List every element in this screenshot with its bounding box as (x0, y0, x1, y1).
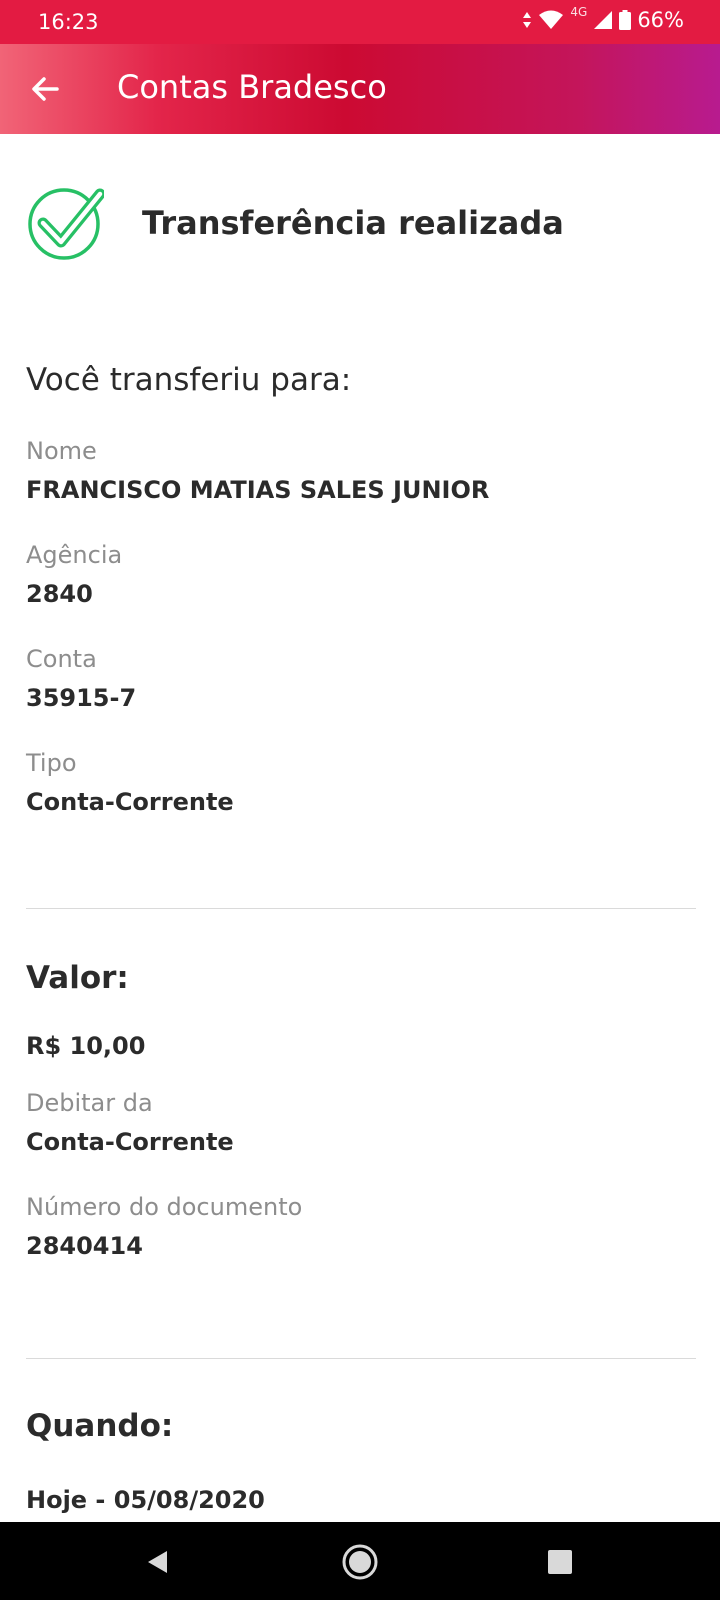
recipient-heading: Você transferiu para: (26, 362, 352, 398)
network-type: 4G (570, 5, 588, 19)
back-button[interactable] (26, 65, 66, 113)
when-value: Hoje - 05/08/2020 (26, 1486, 265, 1514)
field-label: Conta (26, 645, 97, 673)
battery-level: 66% (637, 8, 684, 32)
when-heading: Quando: (26, 1408, 174, 1444)
field-value: 2840 (26, 580, 93, 608)
wifi-icon (539, 10, 564, 29)
nav-back-button[interactable] (138, 1542, 178, 1582)
status-bar: 16:23 4G 66% (0, 0, 720, 44)
page-title: Contas Bradesco (117, 68, 387, 106)
field-label: Nome (26, 437, 97, 465)
app-bar: Contas Bradesco (0, 44, 720, 134)
amount-value: R$ 10,00 (26, 1032, 146, 1060)
field-tipo: Tipo Conta-Corrente (26, 748, 696, 818)
divider (26, 908, 696, 909)
check-circle-icon (28, 188, 104, 260)
nav-home-button[interactable] (340, 1542, 380, 1582)
divider (26, 1358, 696, 1359)
data-transfer-icon (523, 12, 532, 28)
status-icons: 4G 66% (522, 5, 684, 32)
field-nome: Nome FRANCISCO MATIAS SALES JUNIOR (26, 436, 696, 506)
arrow-left-icon (32, 77, 59, 101)
amount-value-field: R$ 10,00 (26, 1030, 696, 1062)
field-value: Conta-Corrente (26, 788, 234, 816)
status-time: 16:23 (38, 10, 99, 34)
field-agencia: Agência 2840 (26, 540, 696, 610)
amount-heading: Valor: (26, 960, 129, 996)
field-conta: Conta 35915-7 (26, 644, 696, 714)
field-value: 35915-7 (26, 684, 137, 712)
field-label: Tipo (26, 749, 77, 777)
field-numero-documento: Número do documento 2840414 (26, 1192, 696, 1262)
system-nav-bar (0, 1522, 720, 1600)
home-circle-icon (342, 1544, 378, 1580)
field-debitar-da: Debitar da Conta-Corrente (26, 1088, 696, 1158)
field-value: 2840414 (26, 1232, 143, 1260)
when-value-field: Hoje - 05/08/2020 (26, 1484, 696, 1516)
back-triangle-icon (148, 1551, 167, 1573)
field-label: Número do documento (26, 1193, 303, 1221)
field-value: FRANCISCO MATIAS SALES JUNIOR (26, 476, 490, 504)
field-value: Conta-Corrente (26, 1128, 234, 1156)
success-message: Transferência realizada (142, 204, 564, 242)
field-label: Agência (26, 541, 123, 569)
signal-icon (594, 11, 613, 29)
recents-square-icon (548, 1550, 572, 1574)
nav-recents-button[interactable] (540, 1542, 580, 1582)
success-banner: Transferência realizada (26, 184, 564, 262)
field-label: Debitar da (26, 1089, 153, 1117)
battery-icon (619, 10, 632, 30)
